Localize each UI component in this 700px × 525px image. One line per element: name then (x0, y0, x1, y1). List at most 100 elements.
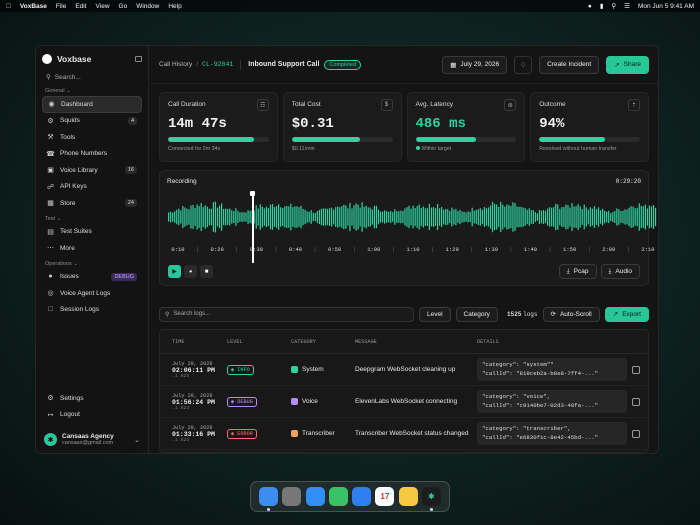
table-row[interactable]: July 29, 2026 01:56:24 PM .1.024 ◉ DEBUG… (160, 386, 648, 418)
sidebar-search[interactable]: ⚲ Search... (42, 70, 142, 84)
col-header-message[interactable]: MESSAGE (355, 339, 477, 345)
menu-edit[interactable]: Edit (75, 3, 86, 10)
menu-go[interactable]: Go (119, 3, 128, 10)
date-label: July 29, 2026 (460, 61, 500, 68)
waveform-bar (214, 201, 217, 233)
waveform-bar (288, 206, 290, 228)
sidebar-item-session-logs[interactable]: □ Session Logs (42, 302, 142, 319)
sidebar-item-test-suites[interactable]: ▤ Test Suites (42, 224, 142, 241)
sidebar-item-voice-library[interactable]: ▣ Voice Library 16 (42, 162, 142, 179)
level-dot-icon: ◉ (231, 398, 235, 405)
sidebar-item-settings[interactable]: ⚙ Settings (42, 390, 142, 407)
control-center-icon[interactable]: ☰ (624, 2, 630, 10)
speed-button[interactable]: ◕ (184, 265, 197, 278)
sidebar-item-label: Tools (60, 133, 76, 141)
sidebar-item-issues[interactable]: ● Issues DEBUG (42, 269, 142, 286)
recording-duration: 0:29:20 (615, 178, 641, 185)
waveform-bar (255, 205, 257, 229)
auto-scroll-button[interactable]: ⟳ Auto-Scroll (542, 306, 600, 322)
menu-help[interactable]: Help (168, 3, 181, 10)
section-general[interactable]: General ⌄ (45, 88, 139, 94)
table-row[interactable]: July 29, 2026 02:06:11 PM .1.025 ◉ INFO … (160, 354, 648, 386)
playhead-handle[interactable] (250, 191, 255, 263)
category-filter-button[interactable]: Category (455, 306, 498, 322)
breadcrumb-call-history[interactable]: Call History (159, 61, 192, 68)
account-switcher[interactable]: ✱ Cansaas Agency cansaas@gmail.com ⌄ (42, 431, 142, 448)
section-operations[interactable]: Operations ⌄ (45, 261, 139, 267)
sidebar-item-dashboard[interactable]: ◉ Dashboard (42, 96, 142, 113)
wifi-icon[interactable]: ● (588, 3, 592, 10)
waveform-bar (269, 204, 272, 230)
sidebar-toggle-icon[interactable] (135, 56, 142, 62)
sidebar-item-tools[interactable]: ⚒ Tools (42, 129, 142, 146)
level-badge: ◉ DEBUG (227, 396, 257, 407)
col-header-time[interactable]: TIME (160, 339, 227, 345)
level-filter-button[interactable]: Level (419, 306, 451, 322)
menu-app-name[interactable]: VoxBase (20, 3, 47, 10)
waveform-bar (192, 204, 194, 230)
messages-dock-icon[interactable] (328, 487, 348, 506)
menu-file[interactable]: File (56, 3, 66, 10)
menu-clock[interactable]: Mon Jun 5 9:41 AM (638, 3, 694, 10)
sidebar-item-logout[interactable]: ↦ Logout (42, 407, 142, 424)
stop-button[interactable]: ■ (200, 265, 213, 278)
count-badge: 16 (124, 166, 137, 175)
sidebar-item-more[interactable]: ⋯ More (42, 240, 142, 257)
battery-icon[interactable]: ▮ (600, 2, 604, 10)
menu-view[interactable]: View (96, 3, 110, 10)
download-audio-button[interactable]: ⤓ Audio (600, 264, 640, 279)
waveform-bar (231, 210, 233, 224)
finder-dock-icon[interactable] (259, 487, 279, 511)
share-button[interactable]: ↗ Share (606, 55, 649, 74)
col-header-level[interactable]: LEVEL (227, 339, 291, 345)
running-indicator (429, 508, 433, 511)
mail-dock-icon[interactable] (352, 487, 372, 506)
sidebar-item-voice-agent-logs[interactable]: ◎ Voice Agent Logs (42, 285, 142, 302)
sidebar-item-label: Phone Numbers (60, 150, 107, 158)
waveform-bar (624, 209, 626, 225)
sidebar-item-squids[interactable]: ⚙ Squids 4 (42, 113, 142, 130)
table-row[interactable]: July 29, 2026 01:33:16 PM .1.023 ◉ ERROR… (160, 418, 648, 450)
waveform-bar (632, 206, 634, 228)
export-button[interactable]: ↗ Export (604, 306, 649, 322)
table-header: TIME LEVEL CATEGORY MESSAGE DETAILS (160, 330, 648, 354)
details-line-1: "category": "system"" (482, 361, 554, 368)
apple-icon[interactable]:  (6, 3, 11, 10)
waveform-bar (237, 211, 239, 223)
copy-icon[interactable] (632, 397, 640, 406)
search-icon[interactable]: ⚲ (611, 2, 616, 10)
date-picker[interactable]: ▦ July 29, 2026 (442, 55, 508, 74)
sidebar-item-store[interactable]: ▦ Store 24 (42, 195, 142, 212)
launchpad-dock-icon[interactable] (282, 487, 302, 506)
sidebar-item-api-keys[interactable]: ☍ API Keys (42, 179, 142, 196)
download-pcap-button[interactable]: ⤓ Pcap (558, 264, 597, 279)
voxbase-dock-icon[interactable]: ✱ (421, 487, 441, 511)
share-label: Share (623, 61, 641, 68)
waveform-bar (434, 208, 437, 226)
sidebar-item-phone-numbers[interactable]: ☎ Phone Numbers (42, 146, 142, 163)
waveform-bar (273, 207, 276, 227)
notes-dock-icon[interactable] (398, 487, 418, 506)
waveform-bar (296, 206, 298, 228)
breadcrumb-call-id[interactable]: CL-92841 (202, 61, 233, 68)
copy-icon[interactable] (632, 365, 640, 374)
col-header-category[interactable]: CATEGORY (291, 339, 355, 345)
section-test[interactable]: Test ⌄ (45, 216, 139, 222)
play-button[interactable]: ▶ (168, 265, 181, 278)
divider (240, 59, 242, 70)
bell-icon[interactable]: ♢ (514, 55, 533, 74)
menu-window[interactable]: Window (136, 3, 159, 10)
waveform[interactable] (168, 199, 657, 235)
safari-dock-icon[interactable] (305, 487, 325, 506)
waveform-bar (196, 204, 198, 230)
waveform-bar (469, 211, 471, 223)
waveform-bar (174, 211, 176, 223)
waveform-bar (184, 207, 186, 227)
create-incident-button[interactable]: Create Incident (539, 55, 600, 74)
copy-icon[interactable] (632, 429, 640, 438)
waveform-bar (402, 210, 404, 224)
main-content: Call History / CL-92841 Inbound Support … (150, 46, 658, 453)
col-header-details[interactable]: DETAILS (477, 339, 648, 345)
calendar-dock-icon[interactable]: 17 (375, 487, 395, 506)
logs-search-input[interactable]: ⚲ Search logs... (159, 306, 414, 322)
